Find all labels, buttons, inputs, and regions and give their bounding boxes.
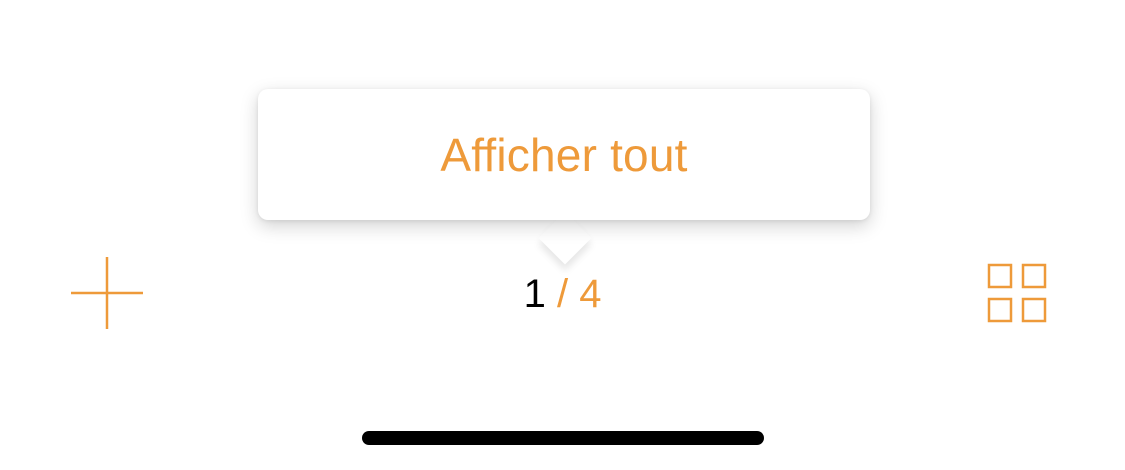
show-all-tooltip[interactable]: Afficher tout: [258, 89, 870, 220]
home-indicator[interactable]: [362, 431, 764, 445]
grid-view-button[interactable]: [986, 262, 1048, 324]
screen: Afficher tout 1 / 4: [0, 0, 1125, 470]
total-pages: 4: [579, 272, 602, 316]
show-all-label[interactable]: Afficher tout: [440, 128, 687, 182]
current-page: 1: [523, 272, 546, 316]
page-counter: 1 / 4: [0, 271, 1125, 317]
grid-icon: [987, 263, 1047, 323]
page-separator: /: [556, 272, 569, 316]
